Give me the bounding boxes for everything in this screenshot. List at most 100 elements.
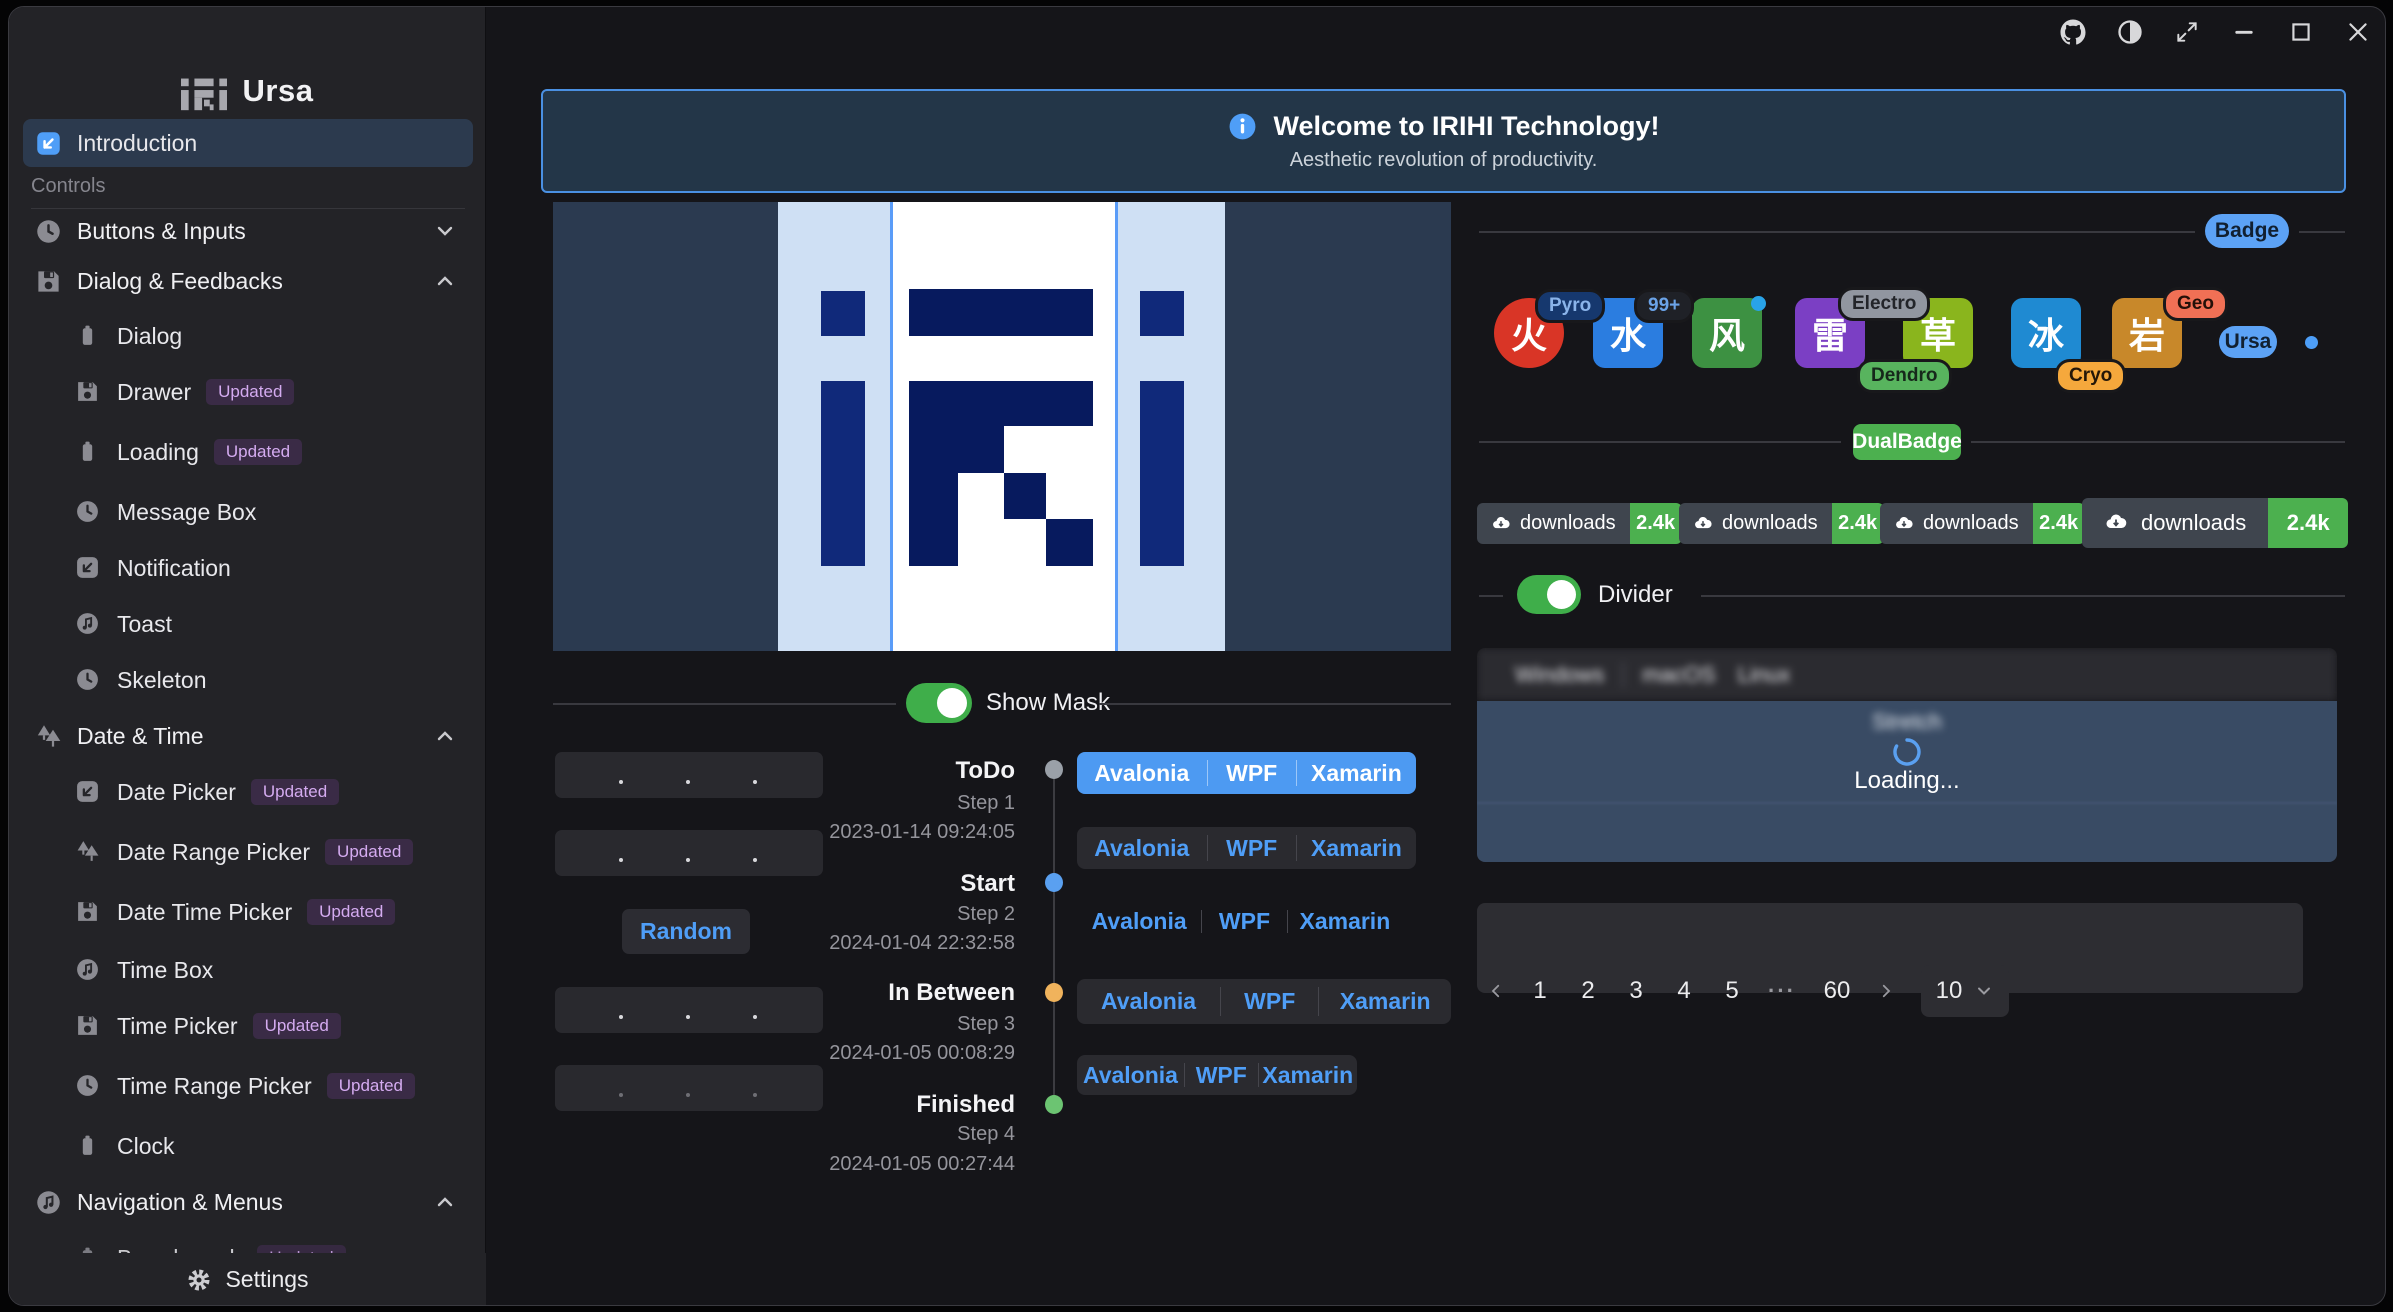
pagination-page-2[interactable]: 2 <box>1573 977 1603 1005</box>
sidebar-item-time-box[interactable]: Time Box <box>23 946 473 994</box>
updated-badge: Updated <box>253 1013 341 1039</box>
pagination-page-4[interactable]: 4 <box>1669 977 1699 1005</box>
divider-toggle[interactable] <box>1517 575 1581 614</box>
trees-icon <box>75 839 102 866</box>
clock-icon <box>35 218 62 245</box>
loading-label: Loading... <box>1477 767 2337 795</box>
divider-line <box>1701 595 2345 597</box>
xamarin-button[interactable]: Xamarin <box>1259 1055 1357 1095</box>
ipbox-input-2[interactable] <box>555 830 823 876</box>
wpf-button[interactable]: WPF <box>1185 1055 1258 1095</box>
timeline-label: ToDo <box>955 757 1015 785</box>
avalonia-button[interactable]: Avalonia <box>1077 1055 1184 1095</box>
pagination-next-icon[interactable] <box>1875 982 1897 1000</box>
pagination-page-3[interactable]: 3 <box>1621 977 1651 1005</box>
sidebar-item-label: Notification <box>117 555 231 582</box>
sidebar-group-label: Controls <box>31 175 465 209</box>
downloads-count: 2.4k <box>2268 498 2348 548</box>
avalonia-button[interactable]: Avalonia <box>1077 827 1207 869</box>
ipbox-input-3[interactable] <box>555 987 823 1033</box>
sidebar-section-label: Date & Time <box>77 723 204 750</box>
loading-spinner <box>1892 737 1922 767</box>
sidebar-item-message-box[interactable]: Message Box <box>23 488 473 536</box>
random-button[interactable]: Random <box>622 909 750 954</box>
sidebar-item-clock[interactable]: Clock <box>23 1122 473 1170</box>
timeline-label: Finished <box>916 1091 1015 1119</box>
divider-line <box>2299 231 2345 233</box>
sidebar-item-skeleton[interactable]: Skeleton <box>23 656 473 704</box>
cryo-badge: Cryo <box>2055 359 2126 393</box>
downloads-badge-1[interactable]: downloads 2.4k <box>1477 503 1682 544</box>
maximize-icon[interactable] <box>2286 17 2316 47</box>
avalonia-button[interactable]: Avalonia <box>1077 979 1220 1024</box>
sidebar-section-dialog-feedbacks[interactable]: Dialog & Feedbacks <box>23 257 473 305</box>
settings-button[interactable]: Settings <box>9 1253 486 1306</box>
loading-panel: Windows macOS Linux Stretch Loading... <box>1477 648 2337 862</box>
show-mask-toggle[interactable] <box>906 683 972 723</box>
timeline-step: Step 4 <box>957 1123 1015 1146</box>
xamarin-button[interactable]: Xamarin <box>1319 979 1451 1024</box>
sidebar-item-introduction[interactable]: Introduction <box>23 119 473 167</box>
sidebar-item-date-time-picker[interactable]: Date Time Picker Updated <box>23 888 473 936</box>
sidebar-item-drawer[interactable]: Drawer Updated <box>23 368 473 416</box>
pagination-ellipsis[interactable]: ··· <box>1765 978 1799 1004</box>
sidebar-section-date-time[interactable]: Date & Time <box>23 712 473 760</box>
timeline-dot-start <box>1045 873 1063 892</box>
pagination-page-1[interactable]: 1 <box>1525 977 1555 1005</box>
sidebar-item-loading[interactable]: Loading Updated <box>23 428 473 476</box>
pagination-page-last[interactable]: 60 <box>1817 977 1857 1005</box>
sidebar-section-buttons-inputs[interactable]: Buttons & Inputs <box>23 207 473 255</box>
standalone-dot-badge <box>2305 336 2318 349</box>
timeline-dot-finished <box>1045 1095 1063 1114</box>
avalonia-button[interactable]: Avalonia <box>1077 752 1207 794</box>
updated-badge: Updated <box>214 439 302 465</box>
cloud-download-icon <box>1894 514 1914 534</box>
avalonia-button[interactable]: Avalonia <box>1077 902 1201 941</box>
expand-icon[interactable] <box>2172 17 2202 47</box>
xamarin-button[interactable]: Xamarin <box>1288 902 1402 941</box>
close-icon[interactable] <box>2343 17 2373 47</box>
sidebar-item-date-picker[interactable]: Date Picker Updated <box>23 768 473 816</box>
battery-icon <box>75 323 102 350</box>
button-group-dark-large: Avalonia WPF Xamarin <box>1077 979 1451 1024</box>
sidebar-item-toast[interactable]: Toast <box>23 600 473 648</box>
downloads-badge-2[interactable]: downloads 2.4k <box>1679 503 1884 544</box>
xamarin-button[interactable]: Xamarin <box>1297 752 1416 794</box>
tab-macos[interactable]: macOS <box>1624 662 1733 688</box>
arrow-square-icon <box>35 130 62 157</box>
sidebar: Ursa Introduction Controls Buttons & Inp… <box>9 7 486 1305</box>
info-icon <box>1227 111 1258 142</box>
page-size-select[interactable]: 10 <box>1921 965 2009 1017</box>
wpf-button[interactable]: WPF <box>1208 827 1296 869</box>
updated-badge: Updated <box>251 779 339 805</box>
button-group-solid: Avalonia WPF Xamarin <box>1077 752 1416 794</box>
sidebar-item-dialog[interactable]: Dialog <box>23 312 473 360</box>
github-icon[interactable] <box>2058 17 2088 47</box>
ipbox-input-1[interactable] <box>555 752 823 798</box>
pagination-page-5[interactable]: 5 <box>1717 977 1747 1005</box>
tab-windows[interactable]: Windows <box>1497 662 1622 688</box>
sidebar-item-date-range-picker[interactable]: Date Range Picker Updated <box>23 828 473 876</box>
os-tabs: Windows macOS Linux <box>1477 648 2337 701</box>
music-note-icon <box>75 611 102 638</box>
wpf-button[interactable]: WPF <box>1208 752 1296 794</box>
gear-icon <box>186 1267 212 1293</box>
settings-label: Settings <box>225 1266 308 1293</box>
geo-badge: Geo <box>2163 287 2228 321</box>
downloads-badge-3[interactable]: downloads 2.4k <box>1880 503 2085 544</box>
sidebar-item-time-picker[interactable]: Time Picker Updated <box>23 1002 473 1050</box>
xamarin-button[interactable]: Xamarin <box>1297 827 1416 869</box>
wpf-button[interactable]: WPF <box>1202 902 1286 941</box>
sidebar-section-navigation-menus[interactable]: Navigation & Menus <box>23 1178 473 1226</box>
sidebar-item-time-range-picker[interactable]: Time Range Picker Updated <box>23 1062 473 1110</box>
downloads-badge-4[interactable]: downloads 2.4k <box>2082 498 2348 548</box>
screen: Ursa Introduction Controls Buttons & Inp… <box>0 0 2393 1312</box>
dot-badge <box>1751 296 1766 311</box>
minimize-icon[interactable] <box>2229 17 2259 47</box>
wpf-button[interactable]: WPF <box>1221 979 1318 1024</box>
badge-anemo-element: 风 <box>1692 298 1762 368</box>
sidebar-item-notification[interactable]: Notification <box>23 544 473 592</box>
theme-toggle-icon[interactable] <box>2115 17 2145 47</box>
tab-linux[interactable]: Linux <box>1734 662 1809 688</box>
pagination-prev-icon[interactable] <box>1485 982 1507 1000</box>
